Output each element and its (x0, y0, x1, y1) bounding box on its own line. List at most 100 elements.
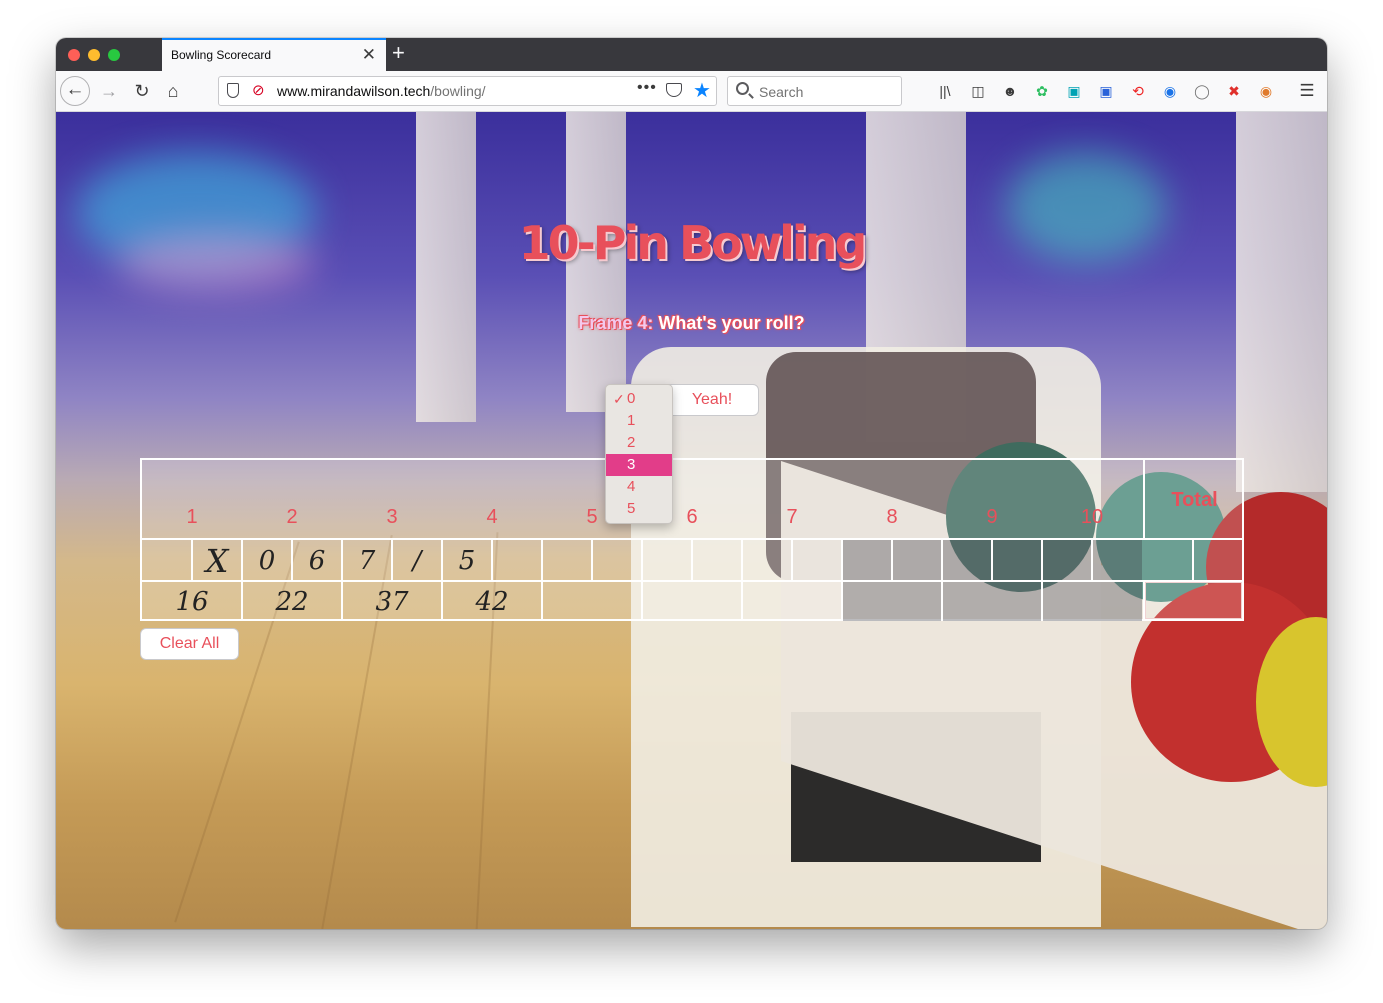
roll-option[interactable]: 2 (606, 432, 672, 454)
background-pillar (1236, 112, 1327, 492)
roll-divider (991, 538, 993, 580)
extension-block-icon[interactable]: ✖ (1225, 82, 1243, 100)
roll-divider (591, 538, 593, 580)
navigation-toolbar: ← → ↻ ⌂ ⊘ www.mirandawilson.tech/bowling… (56, 71, 1327, 112)
page-content: 10-Pin Bowling Frame 4: What's your roll… (56, 112, 1327, 929)
roll-option[interactable]: 3 (606, 454, 672, 476)
pocket-icon[interactable] (666, 83, 682, 97)
frame-header: 9 (942, 460, 1042, 538)
roll-option-label: 1 (627, 412, 636, 429)
back-button[interactable]: ← (60, 76, 90, 106)
frame-number: 9 (986, 506, 998, 528)
frame-divider (1041, 538, 1043, 621)
roll-mark: X (205, 542, 229, 580)
cumulative-score: 22 (275, 587, 309, 617)
save-page-icon[interactable]: ▣ (1065, 82, 1083, 100)
cumulative-score: 42 (475, 587, 509, 617)
roll-divider (1091, 538, 1093, 580)
total-header: Total (1143, 460, 1244, 538)
frame-number: 10 (1080, 506, 1104, 528)
roll-option[interactable]: 4 (606, 476, 672, 498)
new-tab-button[interactable]: + (392, 40, 405, 66)
frame-divider (941, 538, 943, 621)
frame-header: 7 (742, 460, 842, 538)
extension-ring-icon[interactable]: ◯ (1193, 82, 1211, 100)
roll-option-label: 4 (627, 478, 636, 495)
roll-option-label: 2 (627, 434, 636, 451)
reload-button[interactable]: ↻ (128, 76, 156, 106)
home-button[interactable]: ⌂ (159, 76, 187, 106)
roll-option[interactable]: 1 (606, 410, 672, 432)
frame-header: 2 (242, 460, 342, 538)
extension-square-icon[interactable]: ▣ (1097, 82, 1115, 100)
cumulative-score: 16 (175, 587, 209, 617)
frame-divider (741, 538, 743, 621)
roll-mark (492, 540, 542, 580)
roll-option-label: 5 (627, 500, 636, 517)
roll-divider (1192, 538, 1194, 580)
scorecard-table: Total 1 X 16 2 0 6 22 3 7/37 4 5 42 5 6 7 8 9 10 (140, 458, 1244, 621)
roll-divider (791, 538, 793, 580)
roll-mark: / (412, 546, 422, 576)
menu-icon[interactable]: ☰ (1298, 82, 1316, 100)
roll-mark: 5 (458, 546, 476, 576)
evernote-icon[interactable]: ✿ (1033, 82, 1051, 100)
roll-option[interactable]: 5 (606, 498, 672, 520)
insecure-connection-icon[interactable]: ⊘ (252, 81, 265, 99)
frame-header: 1 (142, 460, 242, 538)
frame-header: 10 (1042, 460, 1142, 538)
roll-prompt: Frame 4: What's your roll? (56, 313, 1327, 334)
tab-strip: Bowling Scorecard ✕ + (56, 38, 1327, 71)
frame-header: 8 (842, 460, 942, 538)
frame-number: 8 (886, 506, 898, 528)
roll-divider (891, 538, 893, 580)
url-bar[interactable]: ⊘ www.mirandawilson.tech/bowling/ ••• ★ (218, 76, 717, 106)
roll-mark: 7 (358, 546, 376, 576)
maximize-window-button[interactable] (108, 49, 120, 61)
roll-option-label: 3 (627, 456, 636, 473)
roll-select-dropdown[interactable]: ✓ 0 1 2 3 4 5 (605, 384, 673, 524)
bookmark-star-icon[interactable]: ★ (693, 78, 711, 103)
frame-number: 1 (186, 506, 198, 528)
current-frame-label: Frame 4: (578, 313, 654, 333)
checkmark-icon: ✓ (613, 391, 625, 407)
roll-mark: 6 (308, 546, 326, 576)
browser-window: Bowling Scorecard ✕ + ← → ↻ ⌂ ⊘ www.mira… (56, 38, 1327, 929)
page-actions-icon[interactable]: ••• (637, 79, 657, 97)
close-tab-icon[interactable]: ✕ (362, 45, 376, 65)
roll-mark (142, 540, 192, 580)
search-icon (736, 82, 749, 95)
library-icon[interactable]: ||\ (936, 82, 954, 100)
roll-question: What's your roll? (658, 313, 805, 333)
sidebar-icon[interactable]: ◫ (969, 82, 987, 100)
search-bar[interactable]: Search (727, 76, 902, 106)
frame-number: 3 (386, 506, 398, 528)
minimize-window-button[interactable] (88, 49, 100, 61)
roll-mark: 0 (258, 546, 276, 576)
url-path: /bowling/ (430, 83, 486, 99)
tab-title: Bowling Scorecard (171, 48, 272, 62)
tab-bowling-scorecard[interactable]: Bowling Scorecard ✕ (162, 38, 386, 71)
close-window-button[interactable] (68, 49, 80, 61)
roll-option[interactable]: ✓ 0 (606, 388, 672, 410)
extension-swirl-icon[interactable]: ⟲ (1129, 82, 1147, 100)
cumulative-score: 37 (375, 587, 409, 617)
forward-button[interactable]: → (95, 76, 123, 106)
frame-header: 3 (342, 460, 442, 538)
page-title: 10-Pin Bowling (518, 216, 868, 270)
extension-pill-icon[interactable]: ◉ (1257, 82, 1275, 100)
total-score-cell (1143, 580, 1244, 621)
extension-chart-icon[interactable]: ◉ (1161, 82, 1179, 100)
roll-option-label: 0 (627, 390, 636, 407)
tracking-protection-icon[interactable] (227, 83, 239, 98)
frame-number: 7 (786, 506, 798, 528)
total-header-label: Total (1171, 489, 1218, 511)
frame-number: 2 (286, 506, 298, 528)
search-placeholder: Search (759, 84, 804, 100)
frame-header: 4 (442, 460, 542, 538)
frame-divider (841, 538, 843, 621)
account-icon[interactable]: ☻ (1001, 82, 1019, 100)
frame-divider (641, 538, 643, 621)
clear-all-button[interactable]: Clear All (140, 628, 239, 660)
roll-divider (691, 538, 693, 580)
